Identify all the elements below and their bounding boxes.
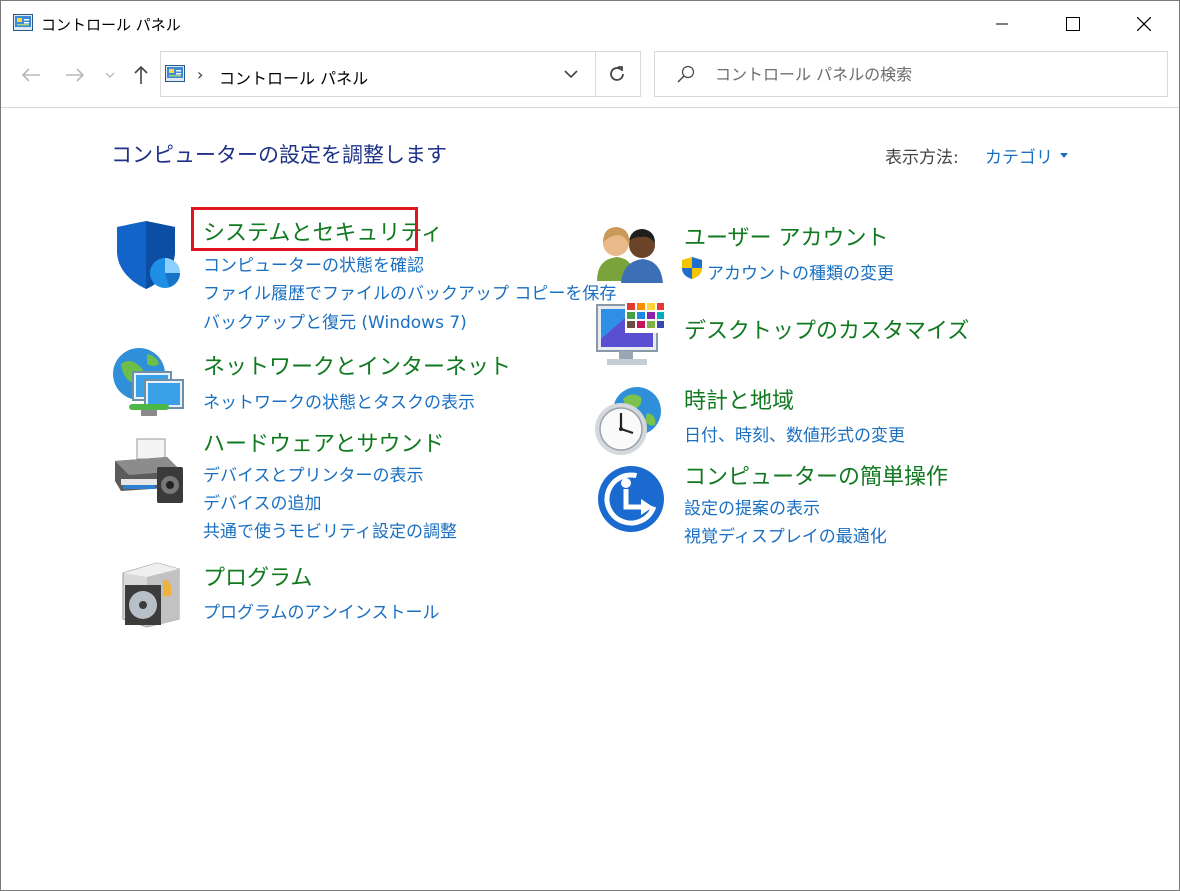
minimize-button[interactable] [967, 1, 1037, 47]
navigation-bar: › コントロール パネル [1, 47, 1179, 108]
link-change-account-type[interactable]: アカウントの種類の変更 [707, 259, 894, 284]
maximize-button[interactable] [1038, 1, 1108, 47]
category-clock-region[interactable]: 時計と地域 [684, 383, 794, 415]
arrow-left-icon [21, 68, 40, 82]
title-bar: コントロール パネル [1, 1, 1179, 47]
page-title: コンピューターの設定を調整します [111, 143, 447, 167]
refresh-button[interactable] [594, 51, 641, 97]
breadcrumb-control-panel[interactable]: コントロール パネル [219, 65, 368, 89]
close-button[interactable] [1109, 1, 1179, 47]
link-file-history-backup[interactable]: ファイル履歴でファイルのバックアップ コピーを保存 [203, 279, 616, 304]
caret-down-icon [1060, 153, 1068, 158]
link-add-device[interactable]: デバイスの追加 [203, 489, 322, 514]
category-desktop-customize[interactable]: デスクトップのカスタマイズ [684, 313, 969, 345]
uac-shield-icon [682, 257, 702, 279]
breadcrumb-chevron-icon: › [197, 65, 204, 84]
clock-globe-icon [595, 387, 661, 455]
network-globe-icon [113, 348, 184, 416]
programs-disc-icon [122, 562, 180, 628]
arrow-up-icon [134, 65, 148, 84]
address-dropdown-button[interactable] [559, 65, 583, 83]
maximize-icon [1066, 17, 1080, 31]
close-icon [1137, 17, 1151, 31]
link-suggested-settings[interactable]: 設定の提案の表示 [684, 494, 820, 519]
minimize-icon [996, 23, 1008, 25]
address-bar[interactable]: › コントロール パネル [160, 51, 596, 97]
recent-locations-button[interactable] [103, 60, 117, 90]
category-ease-of-access[interactable]: コンピューターの簡単操作 [684, 459, 948, 491]
link-network-status[interactable]: ネットワークの状態とタスクの表示 [203, 388, 475, 413]
chevron-down-icon [564, 70, 578, 78]
category-programs[interactable]: プログラム [203, 560, 312, 592]
back-button[interactable] [17, 60, 45, 90]
control-panel-window: コントロール パネル › コントロール パネル コントロール パネルの検索 コン… [0, 0, 1180, 891]
link-backup-restore[interactable]: バックアップと復元 (Windows 7) [203, 308, 467, 333]
up-button[interactable] [129, 60, 153, 90]
search-icon [677, 65, 695, 83]
window-title: コントロール パネル [41, 16, 181, 34]
ease-of-access-icon [598, 466, 664, 532]
link-check-computer-status[interactable]: コンピューターの状態を確認 [203, 251, 424, 276]
search-input[interactable] [715, 60, 1155, 88]
view-by-dropdown[interactable]: カテゴリ [985, 143, 1068, 168]
view-by-label: 表示方法: [885, 148, 959, 168]
desktop-monitor-icon [596, 301, 665, 365]
shield-icon [117, 221, 180, 289]
refresh-icon [610, 66, 624, 81]
arrow-right-icon [66, 68, 85, 82]
highlight-box [191, 207, 418, 251]
view-by-value: カテゴリ [985, 148, 1053, 168]
search-box[interactable] [654, 51, 1168, 97]
link-mobility-settings[interactable]: 共通で使うモビリティ設定の調整 [203, 517, 457, 542]
link-optimize-display[interactable]: 視覚ディスプレイの最適化 [684, 522, 887, 547]
link-uninstall-program[interactable]: プログラムのアンインストール [203, 598, 439, 623]
users-icon [597, 227, 663, 283]
category-user-accounts[interactable]: ユーザー アカウント [684, 220, 889, 252]
link-devices-printers[interactable]: デバイスとプリンターの表示 [203, 461, 424, 486]
chevron-down-icon [105, 72, 115, 78]
forward-button[interactable] [61, 60, 89, 90]
category-network-internet[interactable]: ネットワークとインターネット [203, 349, 511, 381]
control-panel-icon [165, 65, 185, 82]
category-hardware-sound[interactable]: ハードウェアとサウンド [203, 426, 445, 458]
printer-icon [115, 438, 183, 503]
control-panel-app-icon [13, 14, 33, 31]
link-date-time-format[interactable]: 日付、時刻、数値形式の変更 [684, 421, 905, 446]
